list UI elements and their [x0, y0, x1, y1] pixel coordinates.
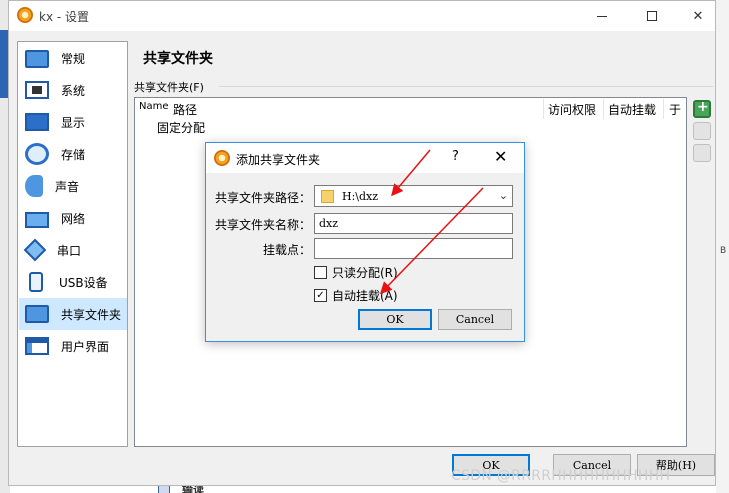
sidebar-item-label: 常规 — [61, 51, 86, 66]
readonly-checkbox[interactable] — [314, 266, 327, 279]
virtualbox-icon — [17, 7, 33, 23]
sidebar-item-user-interface[interactable]: 用户界面 — [19, 330, 127, 362]
page-title: 共享文件夹 — [143, 51, 213, 67]
sidebar-item-label: 存储 — [61, 147, 86, 162]
folder-path-value: H:\dxz — [342, 189, 379, 203]
folder-path-label: 共享文件夹路径： — [214, 191, 311, 205]
column-header-at[interactable]: 于 — [669, 101, 681, 118]
readonly-label[interactable]: 只读分配(R) — [332, 264, 398, 281]
watermark: CSDN @RRRRHHHHHHHHHHH — [451, 468, 671, 484]
automount-label[interactable]: 自动挂载(A) — [332, 287, 398, 304]
sidebar-item-label: 网络 — [61, 211, 86, 226]
sidebar-item-label: 串口 — [57, 243, 82, 258]
dialog-title: 添加共享文件夹 — [236, 153, 321, 167]
column-header-access[interactable]: 访问权限 — [548, 101, 596, 118]
sidebar-item-label: 用户界面 — [61, 339, 110, 354]
add-shared-folder-dialog: 添加共享文件夹 ? ✕ 共享文件夹路径： H:\dxz ⌄ 共享文件夹名称： d… — [205, 142, 525, 342]
help-question-button[interactable]: ? — [452, 149, 459, 164]
title-bar: kx - 设置 ✕ — [9, 1, 715, 31]
remove-shared-folder-button[interactable] — [693, 144, 711, 162]
sidebar-item-label: 显示 — [61, 115, 86, 130]
sidebar-item-serial[interactable]: 串口 — [19, 234, 127, 266]
group-label: 共享文件夹(F) — [134, 81, 204, 94]
user-interface-icon — [25, 337, 49, 355]
sidebar-item-shared-folders[interactable]: 共享文件夹 — [19, 298, 127, 330]
automount-checkbox[interactable]: ✓ — [314, 289, 327, 302]
column-header-path[interactable]: 路径 — [173, 101, 197, 118]
column-header-name[interactable]: Name — [139, 101, 169, 112]
folder-name-field[interactable]: dxz — [314, 213, 513, 234]
sidebar-item-general[interactable]: 常规 — [19, 42, 127, 74]
background-text-fragment: B — [720, 246, 727, 256]
shared-folder-icon — [25, 305, 49, 323]
minimize-icon — [597, 15, 607, 17]
dialog-ok-button[interactable]: OK — [358, 309, 432, 330]
speaker-icon — [25, 175, 43, 197]
column-divider — [663, 99, 664, 119]
dialog-cancel-button[interactable]: Cancel — [438, 309, 512, 330]
settings-sidebar: 常规 系统 显示 存储 声音 网络 串口 USB设备 共享文件夹 用户界面 — [17, 41, 128, 447]
window-title: kx - 设置 — [39, 10, 90, 24]
chevron-down-icon[interactable]: ⌄ — [499, 189, 508, 202]
sidebar-item-label: 共享文件夹 — [61, 307, 122, 322]
group-divider — [219, 86, 713, 87]
virtualbox-icon — [214, 150, 230, 166]
monitor-icon — [25, 50, 49, 68]
folder-path-combo[interactable]: H:\dxz ⌄ — [314, 185, 513, 207]
sidebar-item-system[interactable]: 系统 — [19, 74, 127, 106]
mount-point-field[interactable] — [314, 238, 513, 259]
usb-icon — [29, 272, 43, 292]
edit-shared-folder-button[interactable] — [693, 122, 711, 140]
sidebar-item-label: 系统 — [61, 83, 86, 98]
display-icon — [25, 113, 49, 131]
sidebar-item-audio[interactable]: 声音 — [19, 170, 127, 202]
table-row[interactable]: 固定分配 — [157, 119, 205, 136]
network-icon — [25, 212, 49, 228]
sidebar-item-usb[interactable]: USB设备 — [19, 266, 127, 298]
maximize-button[interactable] — [629, 1, 675, 31]
mount-point-label: 挂载点： — [262, 243, 311, 257]
folder-icon — [321, 189, 334, 203]
disk-icon — [25, 143, 49, 165]
sidebar-item-display[interactable]: 显示 — [19, 106, 127, 138]
column-header-auto-mount[interactable]: 自动挂载 — [608, 101, 656, 118]
folder-name-label: 共享文件夹名称： — [214, 218, 311, 232]
sidebar-item-storage[interactable]: 存储 — [19, 138, 127, 170]
add-shared-folder-button[interactable] — [693, 99, 711, 118]
dialog-close-button[interactable]: ✕ — [494, 147, 507, 166]
sidebar-item-label: USB设备 — [59, 275, 108, 290]
chip-icon — [25, 81, 49, 99]
serial-port-icon — [23, 238, 47, 262]
column-divider — [603, 99, 604, 119]
sidebar-item-label: 声音 — [55, 179, 80, 194]
maximize-icon — [647, 11, 657, 21]
checkmark-icon: ✓ — [316, 290, 325, 301]
sidebar-item-network[interactable]: 网络 — [19, 202, 127, 234]
close-icon: ✕ — [692, 8, 704, 24]
close-button[interactable]: ✕ — [675, 1, 721, 31]
minimize-button[interactable] — [579, 1, 625, 31]
column-divider — [543, 99, 544, 119]
